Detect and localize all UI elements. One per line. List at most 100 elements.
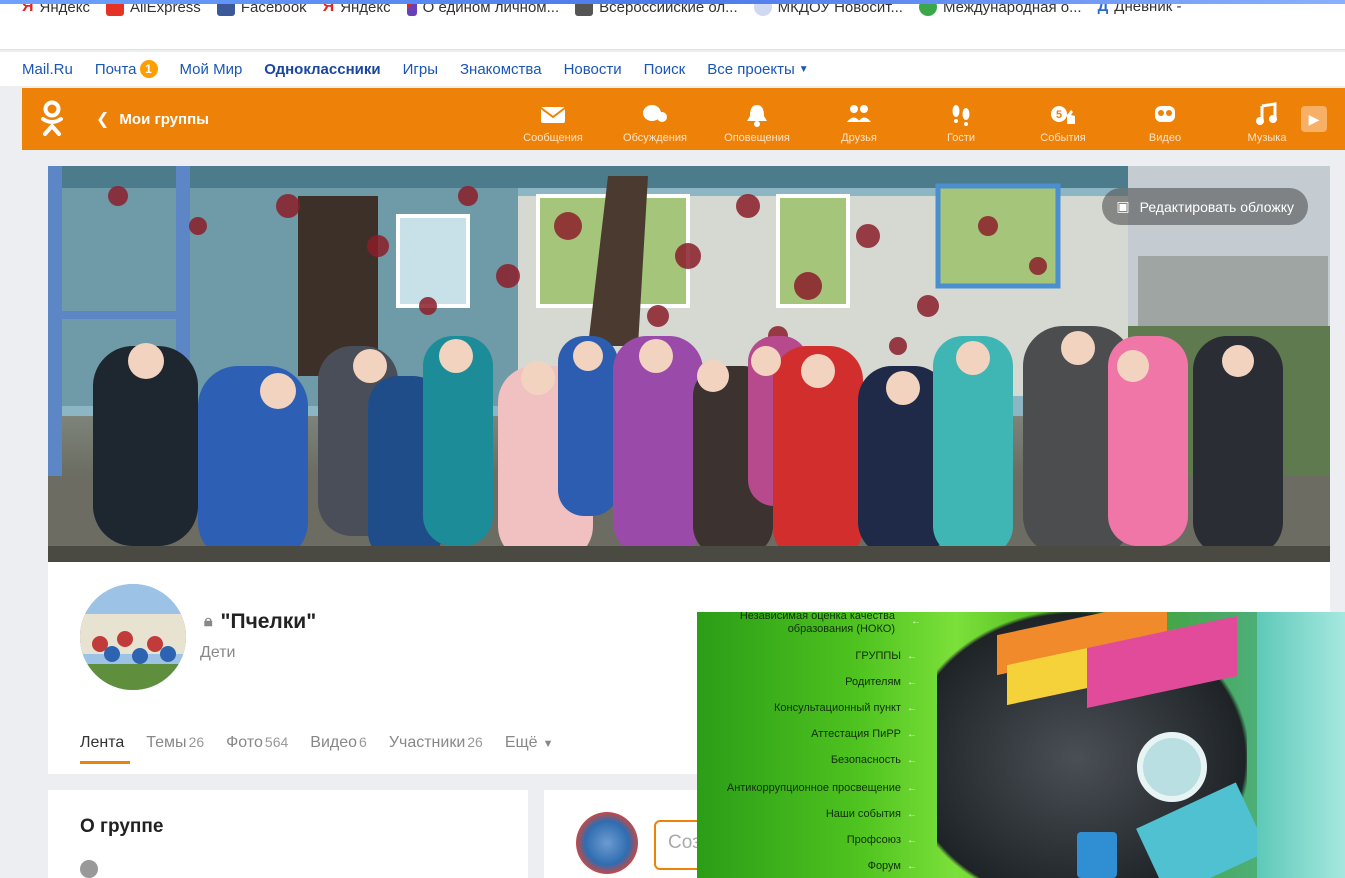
menu-arrow-icon: ← <box>907 808 917 820</box>
footprints-icon <box>952 105 970 126</box>
back-label: Мои группы <box>119 110 209 128</box>
bookmark-label: Дневник - <box>1114 4 1182 15</box>
bookmark-label: AliExpress <box>129 4 201 16</box>
facebook-icon <box>216 4 235 16</box>
menu-item-consult[interactable]: Консультационный пункт ← <box>774 702 917 714</box>
tab-label: Участники <box>388 734 466 751</box>
nav-guests[interactable]: Гости <box>910 88 1012 150</box>
chevron-down-icon: ▼ <box>798 63 809 75</box>
menu-arrow-icon: ← <box>911 616 921 627</box>
bookmark-international[interactable]: Международная о... <box>918 4 1082 16</box>
menu-item-attestation[interactable]: Аттестация ПиРР ← <box>811 728 917 740</box>
avatar-photo <box>80 584 186 690</box>
menu-item-groups[interactable]: ГРУППЫ ← <box>855 650 917 662</box>
nav-label: События <box>1040 132 1086 144</box>
document-icon <box>575 4 594 16</box>
menu-arrow-icon: ← <box>907 728 917 740</box>
play-icon: ▶ <box>1308 110 1320 127</box>
mail-link[interactable]: Почта 1 <box>95 60 158 78</box>
tab-more[interactable]: Ещё ▼ <box>505 734 554 752</box>
tab-feed[interactable]: Лента <box>80 734 131 764</box>
bookmark-label: Яндекс <box>39 4 90 16</box>
bookmark-label: Международная о... <box>942 4 1082 16</box>
mailru-link[interactable]: Mail.Ru <box>22 61 73 78</box>
backpack-illustration <box>937 612 1268 878</box>
tab-photos[interactable]: Фото 564 <box>226 734 288 752</box>
nav-messages[interactable]: Сообщения <box>502 88 604 150</box>
emblem-icon <box>753 4 772 16</box>
menu-arrow-icon: ← <box>907 860 917 872</box>
bookmark-label: Всероссийские ол... <box>599 4 738 16</box>
bookmark-olympiad[interactable]: Всероссийские ол... <box>575 4 738 16</box>
group-title: 🔒︎ "Пчелки" <box>204 610 316 634</box>
all-projects-link[interactable]: Все проекты ▼ <box>707 61 808 78</box>
menu-arrow-icon: ← <box>907 782 917 794</box>
bookmark-yandex[interactable]: Я Яндекс <box>22 4 90 16</box>
play-music-button[interactable]: ▶ <box>1301 106 1327 132</box>
menu-item-events[interactable]: Наши события ← <box>826 808 917 820</box>
menu-item-label: Профсоюз <box>846 834 901 846</box>
menu-item-label: ГРУППЫ <box>855 650 901 662</box>
tab-count: 26 <box>467 734 483 750</box>
bookmark-label: О едином личном... <box>422 4 560 16</box>
friends-icon <box>847 105 871 122</box>
menu-item-anticorruption[interactable]: Антикоррупционное просвещение ← <box>727 782 917 794</box>
composer-avatar <box>576 812 638 874</box>
aliexpress-icon <box>105 4 124 16</box>
nav-friends[interactable]: Друзья <box>808 88 910 150</box>
tab-count: 564 <box>264 734 289 750</box>
diary-icon: Д <box>1097 4 1109 15</box>
about-title: О группе <box>80 816 164 837</box>
menu-item-noko[interactable]: Независимая оценка качества образования … <box>697 612 895 636</box>
tab-count: 26 <box>188 734 205 750</box>
ok-toolbar: ❮ Мои группы Сообщения Обсуждения Оповещ… <box>22 88 1345 150</box>
tab-topics[interactable]: Темы 26 <box>146 734 204 752</box>
menu-item-label: Аттестация ПиРР <box>811 728 901 740</box>
kindergarten-site-overlay: Независимая оценка качества образования … <box>697 612 1345 878</box>
moy-mir-link[interactable]: Мой Мир <box>180 61 243 78</box>
tab-count: 6 <box>359 734 367 750</box>
menu-item-safety[interactable]: Безопасность ← <box>831 754 917 766</box>
events-icon: 5 <box>1051 106 1075 124</box>
nav-discussions[interactable]: Обсуждения <box>604 88 706 150</box>
all-projects-label: Все проекты <box>707 60 795 78</box>
sharpener <box>1077 832 1117 878</box>
bookmark-diary[interactable]: Д Дневник - <box>1098 4 1182 15</box>
cover-illustration <box>48 166 1330 562</box>
info-icon <box>80 860 98 878</box>
news-link[interactable]: Новости <box>564 61 622 78</box>
menu-item-parents[interactable]: Родителям ← <box>845 676 917 688</box>
menu-item-union[interactable]: Профсоюз ← <box>847 834 917 846</box>
bookmark-facebook[interactable]: Facebook <box>216 4 307 16</box>
bookmark-aliexpress[interactable]: AliExpress <box>105 4 201 16</box>
dating-link[interactable]: Знакомства <box>460 61 542 78</box>
games-link[interactable]: Игры <box>403 61 438 78</box>
group-avatar[interactable] <box>80 584 186 690</box>
tab-members[interactable]: Участники 26 <box>389 734 483 752</box>
nav-label: Музыка <box>1247 132 1287 144</box>
back-to-my-groups[interactable]: ❮ Мои группы <box>96 109 209 129</box>
group-cover-photo: ▣ Редактировать обложку <box>48 166 1330 562</box>
menu-item-label: Форум <box>867 860 901 872</box>
nav-video[interactable]: Видео <box>1114 88 1216 150</box>
tab-label: Ещё <box>504 734 538 751</box>
nav-label: Видео <box>1148 132 1182 144</box>
bookmark-yandex-2[interactable]: Я Яндекс <box>323 4 391 16</box>
ok-logo-icon[interactable] <box>22 88 82 150</box>
image-edit-icon: ▣ <box>1116 198 1130 214</box>
tab-video[interactable]: Видео 6 <box>310 734 367 752</box>
tab-label: Фото <box>226 734 263 751</box>
menu-item-forum[interactable]: Форум ← <box>868 860 917 872</box>
bookmark-personal[interactable]: О едином личном... <box>406 4 560 16</box>
mail-link-label: Почта <box>94 60 137 78</box>
tape-dispenser <box>1137 732 1207 802</box>
edit-cover-button[interactable]: ▣ Редактировать обложку <box>1102 188 1308 225</box>
bookmark-mkdou[interactable]: МКДОУ Новосит... <box>753 4 903 16</box>
yandex-icon: Я <box>22 4 34 15</box>
nav-events[interactable]: 5 События <box>1012 88 1114 150</box>
nav-notifications[interactable]: Оповещения <box>706 88 808 150</box>
odnoklassniki-link[interactable]: Одноклассники <box>264 61 380 78</box>
music-note-icon <box>1256 102 1277 125</box>
search-link[interactable]: Поиск <box>644 61 686 78</box>
menu-item-label: Наши события <box>825 808 901 820</box>
